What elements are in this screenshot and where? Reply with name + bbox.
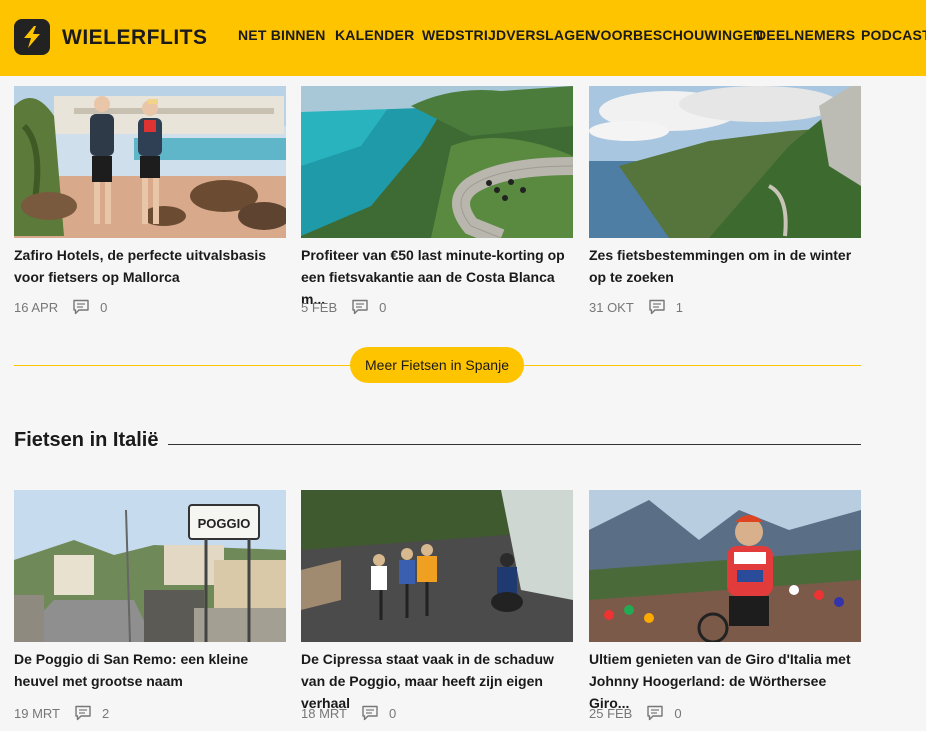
nav-wedstrijdverslagen[interactable]: WEDSTRIJDVERSLAGEN: [422, 27, 595, 43]
comment-count: 0: [674, 705, 682, 721]
article-image-coastal-road[interactable]: [301, 86, 573, 238]
article-meta: 25 FEB 0: [589, 705, 682, 721]
comment-icon[interactable]: [72, 299, 90, 315]
nav-podcast[interactable]: PODCAST: [861, 27, 926, 43]
divider-left: [14, 365, 350, 366]
section-divider: [168, 444, 861, 445]
poggio-sign-text: POGGIO: [198, 516, 251, 531]
article-meta: 5 FEB 0: [301, 299, 386, 315]
nav-net-binnen[interactable]: NET BINNEN: [238, 27, 326, 43]
more-spain-button[interactable]: Meer Fietsen in Spanje: [350, 347, 524, 383]
comment-count: 0: [100, 299, 108, 315]
article-date: 19 MRT: [14, 705, 60, 721]
article-date: 18 MRT: [301, 705, 347, 721]
comment-count: 0: [389, 705, 397, 721]
nav-deelnemers[interactable]: DEELNEMERS: [756, 27, 855, 43]
article-image-mountain-coast[interactable]: [589, 86, 861, 238]
comment-count: 0: [379, 299, 387, 315]
site-header: WIELERFLITS NET BINNEN KALENDER WEDSTRIJ…: [0, 0, 926, 76]
article-meta: 16 APR 0: [14, 299, 107, 315]
comment-icon[interactable]: [361, 705, 379, 721]
article-meta: 31 OKT 1: [589, 299, 683, 315]
article-image-poggio-sign[interactable]: POGGIO: [14, 490, 286, 642]
comment-count: 1: [675, 299, 684, 315]
comment-icon[interactable]: [646, 705, 664, 721]
article-date: 16 APR: [14, 299, 59, 315]
comment-icon[interactable]: [74, 705, 92, 721]
article-image-cipressa-race[interactable]: [301, 490, 573, 642]
comment-count: 2: [102, 705, 110, 721]
article-meta: 18 MRT 0: [301, 705, 396, 721]
article-title[interactable]: De Poggio di San Remo: een kleine heuvel…: [14, 648, 290, 692]
article-date: 5 FEB: [301, 299, 338, 315]
nav-kalender[interactable]: KALENDER: [335, 27, 414, 43]
article-date: 25 FEB: [589, 705, 633, 721]
article-date: 31 OKT: [589, 299, 634, 315]
article-meta: 19 MRT 2: [14, 705, 109, 721]
brand-name[interactable]: WIELERFLITS: [62, 26, 208, 50]
article-image-giro-climb[interactable]: [589, 490, 861, 642]
article-title[interactable]: Zes fietsbestemmingen om in de winter op…: [589, 244, 865, 288]
comment-icon[interactable]: [351, 299, 369, 315]
section-heading: Fietsen in Italië: [14, 429, 159, 451]
logo-icon[interactable]: [14, 19, 50, 55]
article-title[interactable]: Zafiro Hotels, de perfecte uitvalsbasis …: [14, 244, 290, 288]
article-image-hotel-terrace[interactable]: [14, 86, 286, 238]
divider-right: [524, 365, 861, 366]
nav-voorbeschouwingen[interactable]: VOORBESCHOUWINGEN: [591, 27, 763, 43]
comment-icon[interactable]: [648, 299, 666, 315]
